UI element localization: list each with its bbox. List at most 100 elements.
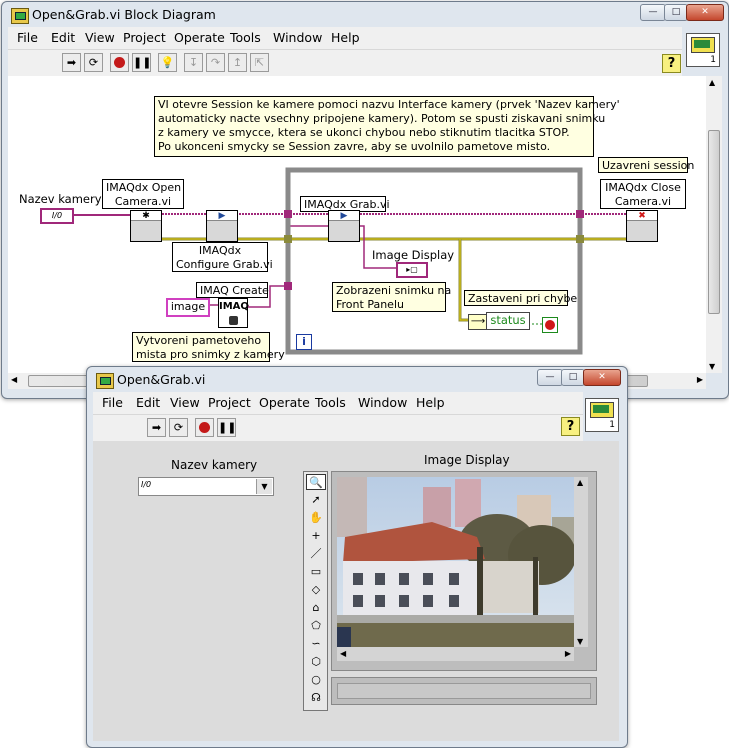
tunnel-image: [284, 282, 292, 290]
fp-help-icon[interactable]: ?: [561, 417, 580, 436]
scroll-up-icon[interactable]: ▲: [709, 78, 715, 87]
scroll-right-icon[interactable]: ▶: [697, 375, 703, 384]
imaq-create-label: IMAQ Create: [196, 282, 269, 298]
run-continuous-icon[interactable]: ⟳: [84, 53, 103, 72]
scroll-down-icon[interactable]: ▼: [577, 637, 583, 646]
zoom-tool-icon[interactable]: 🔍: [306, 474, 326, 490]
imaq-create-vi[interactable]: IMAQ: [218, 298, 249, 328]
annulus-tool-icon[interactable]: ⌂: [306, 600, 326, 616]
run-continuous-icon[interactable]: ⟳: [169, 418, 188, 437]
pause-icon[interactable]: ❚❚: [217, 418, 236, 437]
camera-prefix: I/0: [141, 480, 152, 489]
close-button[interactable]: ✕: [686, 4, 724, 21]
stop-comment: Zastaveni pri chybe: [464, 290, 577, 306]
grab-vi[interactable]: ▶: [328, 210, 360, 242]
highlight-bulb-icon[interactable]: 💡: [158, 53, 177, 72]
vertical-scroll-thumb[interactable]: [708, 130, 720, 314]
menu-tools[interactable]: Tools: [230, 30, 261, 45]
menu-view[interactable]: View: [85, 30, 115, 45]
title-bar[interactable]: Open&Grab.vi Block Diagram — □ ✕: [2, 2, 728, 28]
camera-control-terminal[interactable]: I/0: [40, 208, 74, 224]
run-arrow-icon[interactable]: ➡: [147, 418, 166, 437]
fp-close-button[interactable]: ✕: [583, 369, 621, 386]
scroll-left-icon[interactable]: ◀: [340, 649, 346, 658]
menu-help[interactable]: Help: [331, 30, 360, 45]
status-element[interactable]: status: [486, 312, 530, 330]
toolbar: ➡ ⟳ ❚❚ 💡 ↧ ↷ ↥ ⇱: [8, 49, 682, 76]
step-other-icon[interactable]: ⇱: [250, 53, 269, 72]
vi-icon: [691, 37, 715, 53]
scroll-right-icon[interactable]: ▶: [565, 649, 571, 658]
menu-operate[interactable]: Operate: [174, 30, 225, 45]
fp-maximize-button[interactable]: □: [561, 369, 585, 386]
image-hscrollbar[interactable]: ◀ ▶: [337, 647, 574, 661]
oval-tool-icon[interactable]: ○: [306, 672, 326, 688]
stop-terminal-icon[interactable]: [542, 317, 558, 333]
broken-line-tool-icon[interactable]: ⬡: [306, 654, 326, 670]
camera-image: [337, 477, 574, 647]
fp-title-bar[interactable]: Open&Grab.vi — □ ✕: [87, 367, 627, 393]
menu-window[interactable]: Window: [273, 30, 322, 45]
camera-select[interactable]: I/0 ▼: [138, 477, 274, 496]
fp-menu-project[interactable]: Project: [208, 395, 251, 410]
fp-minimize-button[interactable]: —: [537, 369, 563, 386]
front-panel-window: Open&Grab.vi — □ ✕ File Edit View Projec…: [86, 366, 628, 748]
configure-grab-vi[interactable]: ▶: [206, 210, 238, 242]
rotated-rect-tool-icon[interactable]: ◇: [306, 582, 326, 598]
freehand-tool-icon[interactable]: ∽: [306, 636, 326, 652]
pause-icon[interactable]: ❚❚: [132, 53, 151, 72]
abort-icon[interactable]: [195, 418, 214, 437]
freeline-tool-icon[interactable]: ☊: [306, 690, 326, 706]
polygon-tool-icon[interactable]: ⬠: [306, 618, 326, 634]
configure-grab-label: IMAQdx Configure Grab.vi: [172, 242, 273, 272]
step-into-icon[interactable]: ↧: [184, 53, 203, 72]
scroll-up-icon[interactable]: ▲: [577, 478, 583, 487]
tunnel-pink-right: [576, 210, 584, 218]
abort-icon[interactable]: [110, 53, 129, 72]
fp-menu-edit[interactable]: Edit: [136, 395, 160, 410]
vi-icon: [590, 402, 614, 418]
menu-bar: File Edit View Project Operate Tools Win…: [8, 27, 682, 49]
run-arrow-icon[interactable]: ➡: [62, 53, 81, 72]
menu-project[interactable]: Project: [123, 30, 166, 45]
fp-menu-window[interactable]: Window: [358, 395, 407, 410]
image-display-viewport[interactable]: [337, 477, 574, 647]
dropdown-arrow-icon[interactable]: ▼: [256, 479, 272, 494]
vertical-scrollbar[interactable]: ▲ ▼: [706, 76, 722, 373]
fp-menu-file[interactable]: File: [102, 395, 123, 410]
image-constant[interactable]: image: [166, 298, 210, 317]
point-tool-icon[interactable]: +: [306, 528, 326, 544]
step-out-icon[interactable]: ↥: [228, 53, 247, 72]
connector-pane[interactable]: 1: [686, 33, 720, 67]
rectangle-tool-icon[interactable]: ▭: [306, 564, 326, 580]
pointer-tool-icon[interactable]: ➚: [306, 492, 326, 508]
close-camera-vi[interactable]: ✖: [626, 210, 658, 242]
scroll-down-icon[interactable]: ▼: [709, 362, 715, 371]
fp-menu-view[interactable]: View: [170, 395, 200, 410]
menu-edit[interactable]: Edit: [51, 30, 75, 45]
step-over-icon[interactable]: ↷: [206, 53, 225, 72]
image-vscrollbar[interactable]: ▲ ▼: [574, 477, 588, 647]
line-tool-icon[interactable]: ／: [306, 546, 326, 562]
fp-menu-help[interactable]: Help: [416, 395, 445, 410]
unbundle-node[interactable]: ⟶: [468, 314, 488, 330]
front-panel-area[interactable]: Nazev kamery I/0 ▼ Image Display 🔍 ➚ ✋ +…: [93, 441, 619, 741]
minimize-button[interactable]: —: [640, 4, 666, 21]
open-camera-label: IMAQdx Open Camera.vi: [102, 179, 184, 209]
image-display-frame: ▲ ▼ ◀ ▶: [331, 471, 597, 671]
maximize-button[interactable]: □: [664, 4, 688, 21]
menu-file[interactable]: File: [17, 30, 38, 45]
window-title: Open&Grab.vi Block Diagram: [32, 7, 216, 22]
pan-tool-icon[interactable]: ✋: [306, 510, 326, 526]
diagram-canvas[interactable]: VI otevre Session ke kamere pomoci nazvu…: [8, 76, 706, 373]
scroll-left-icon[interactable]: ◀: [11, 375, 17, 384]
image-display-terminal[interactable]: ▸▢: [396, 262, 428, 278]
help-icon[interactable]: ?: [662, 54, 681, 73]
fp-connector-pane[interactable]: 1: [585, 398, 619, 432]
labview-icon: [11, 8, 29, 24]
image-wire-2: [287, 225, 330, 286]
fp-menu-tools[interactable]: Tools: [315, 395, 346, 410]
fp-menu-operate[interactable]: Operate: [259, 395, 310, 410]
loop-iteration-terminal: i: [296, 334, 312, 350]
open-camera-vi[interactable]: ✱: [130, 210, 162, 242]
